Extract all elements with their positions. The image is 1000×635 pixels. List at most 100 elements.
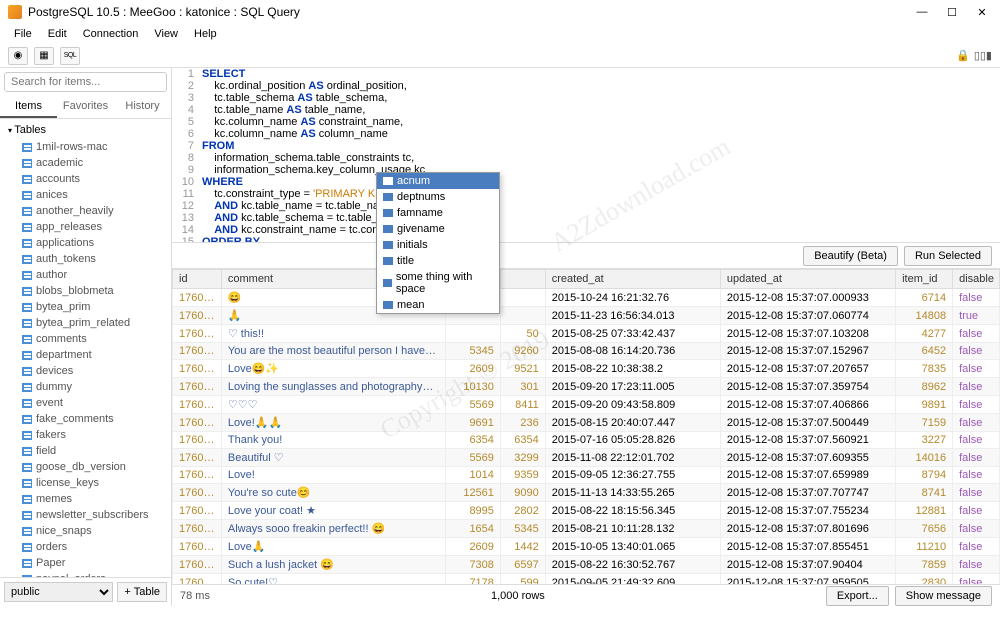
table-icon — [22, 319, 32, 328]
autocomplete-item[interactable]: deptnums — [377, 189, 499, 205]
table-auth_tokens[interactable]: auth_tokens — [0, 251, 171, 267]
query-timing: 78 ms — [180, 590, 210, 602]
table-department[interactable]: department — [0, 347, 171, 363]
battery-icon: ▯▯▮ — [974, 49, 992, 62]
autocomplete-item[interactable]: some thing with space — [377, 269, 499, 297]
close-button[interactable]: ✕ — [972, 6, 992, 19]
table-icon — [22, 463, 32, 472]
table-anices[interactable]: anices — [0, 187, 171, 203]
db-toolbar-button[interactable]: ◉ — [8, 47, 28, 65]
export-button[interactable]: Export... — [826, 586, 889, 606]
sidebar: ItemsFavoritesHistory Tables 1mil-rows-m… — [0, 68, 172, 606]
autocomplete-item[interactable]: acnum — [377, 173, 499, 189]
table-Paper[interactable]: Paper — [0, 555, 171, 571]
table-icon — [22, 367, 32, 376]
sql-editor[interactable]: 1SELECT2 kc.ordinal_position AS ordinal_… — [172, 68, 1000, 243]
table-fakers[interactable]: fakers — [0, 427, 171, 443]
autocomplete-item[interactable]: mean — [377, 297, 499, 313]
sidebar-tabs: ItemsFavoritesHistory — [0, 96, 171, 119]
table-blobs_blobmeta[interactable]: blobs_blobmeta — [0, 283, 171, 299]
add-table-button[interactable]: + Table — [117, 582, 167, 602]
table-row[interactable]: 176032Such a lush jacket 😄730865972015-0… — [173, 556, 1000, 574]
column-header-item_id[interactable]: item_id — [896, 270, 953, 289]
menu-file[interactable]: File — [8, 26, 38, 42]
table-icon — [22, 271, 32, 280]
table-another_heavily[interactable]: another_heavily — [0, 203, 171, 219]
menu-edit[interactable]: Edit — [42, 26, 73, 42]
table-toolbar-button[interactable]: ▦ — [34, 47, 54, 65]
table-row[interactable]: 176030Always sooo freakin perfect!! 😄165… — [173, 520, 1000, 538]
show-message-button[interactable]: Show message — [895, 586, 992, 606]
run-selected-button[interactable]: Run Selected — [904, 246, 992, 266]
table-goose_db_version[interactable]: goose_db_version — [0, 459, 171, 475]
table-event[interactable]: event — [0, 395, 171, 411]
sidebar-tab-items[interactable]: Items — [0, 96, 57, 118]
table-license_keys[interactable]: license_keys — [0, 475, 171, 491]
table-icon — [22, 447, 32, 456]
table-row[interactable]: 176029Love your coat! ★899528022015-08-2… — [173, 502, 1000, 520]
table-row[interactable]: 176020You are the most beautiful person … — [173, 343, 1000, 360]
table-newsletter_subscribers[interactable]: newsletter_subscribers — [0, 507, 171, 523]
table-orders[interactable]: orders — [0, 539, 171, 555]
table-applications[interactable]: applications — [0, 235, 171, 251]
menu-help[interactable]: Help — [188, 26, 223, 42]
table-row[interactable]: 176026Beautiful ♡556932992015-11-08 22:1… — [173, 449, 1000, 467]
maximize-button[interactable]: ☐ — [942, 6, 962, 19]
table-accounts[interactable]: accounts — [0, 171, 171, 187]
table-row[interactable]: 176023♡♡♡556984112015-09-20 09:43:58.809… — [173, 396, 1000, 414]
autocomplete-popup: acnumdeptnumsfamnamegivenameinitialstitl… — [376, 172, 500, 314]
sql-toolbar-button[interactable]: SQL — [60, 47, 80, 65]
sidebar-tab-favorites[interactable]: Favorites — [57, 96, 114, 118]
results-grid[interactable]: idcommentcreated_atupdated_atitem_iddisa… — [172, 269, 1000, 584]
table-row[interactable]: 176027Love!101493592015-09-05 12:36:27.7… — [173, 467, 1000, 484]
table-row[interactable]: 176031Love🙏260914422015-10-05 13:40:01.0… — [173, 538, 1000, 556]
column-header-id[interactable]: id — [173, 270, 222, 289]
table-dummy[interactable]: dummy — [0, 379, 171, 395]
table-icon — [22, 431, 32, 440]
window-title: PostgreSQL 10.5 : MeeGoo : katonice : SQ… — [28, 5, 300, 19]
autocomplete-item[interactable]: initials — [377, 237, 499, 253]
table-row[interactable]: 176017😄2015-10-24 16:21:32.762015-12-08 … — [173, 289, 1000, 307]
column-header-updated_at[interactable]: updated_at — [720, 270, 895, 289]
tree-header-tables[interactable]: Tables — [0, 121, 171, 139]
table-row[interactable]: 176022Loving the sunglasses and photogra… — [173, 378, 1000, 396]
column-header-disable[interactable]: disable — [953, 270, 1000, 289]
row-count: 1,000 rows — [491, 590, 545, 602]
table-icon — [22, 399, 32, 408]
autocomplete-item[interactable]: givename — [377, 221, 499, 237]
table-row[interactable]: 176025Thank you!635463542015-07-16 05:05… — [173, 432, 1000, 449]
table-fake_comments[interactable]: fake_comments — [0, 411, 171, 427]
table-field[interactable]: field — [0, 443, 171, 459]
column-header-created_at[interactable]: created_at — [545, 270, 720, 289]
table-1mil-rows-mac[interactable]: 1mil-rows-mac — [0, 139, 171, 155]
table-row[interactable]: 176018🙏2015-11-23 16:56:34.0132015-12-08… — [173, 307, 1000, 325]
table-icon — [22, 287, 32, 296]
table-row[interactable]: 176021Love😄✨260995212015-08-22 10:38:38.… — [173, 360, 1000, 378]
table-comments[interactable]: comments — [0, 331, 171, 347]
table-row[interactable]: 176019♡ this!!502015-08-25 07:33:42.4372… — [173, 325, 1000, 343]
beautify-button[interactable]: Beautify (Beta) — [803, 246, 898, 266]
table-bytea_prim[interactable]: bytea_prim — [0, 299, 171, 315]
table-row[interactable]: 176033So cute!♡71785992015-09-05 21:49:3… — [173, 574, 1000, 585]
table-nice_snaps[interactable]: nice_snaps — [0, 523, 171, 539]
column-header-blank3[interactable] — [500, 270, 545, 289]
table-app_releases[interactable]: app_releases — [0, 219, 171, 235]
menu-view[interactable]: View — [148, 26, 184, 42]
table-icon — [22, 159, 32, 168]
table-row[interactable]: 176028You're so cute😊1256190902015-11-13… — [173, 484, 1000, 502]
table-bytea_prim_related[interactable]: bytea_prim_related — [0, 315, 171, 331]
autocomplete-item[interactable]: famname — [377, 205, 499, 221]
autocomplete-item[interactable]: title — [377, 253, 499, 269]
table-devices[interactable]: devices — [0, 363, 171, 379]
table-icon — [22, 335, 32, 344]
table-row[interactable]: 176024Love!🙏🙏96912362015-08-15 20:40:07.… — [173, 414, 1000, 432]
table-academic[interactable]: academic — [0, 155, 171, 171]
search-input[interactable] — [4, 72, 167, 92]
minimize-button[interactable]: — — [912, 6, 932, 19]
sidebar-tab-history[interactable]: History — [114, 96, 171, 118]
table-icon — [22, 383, 32, 392]
table-memes[interactable]: memes — [0, 491, 171, 507]
table-author[interactable]: author — [0, 267, 171, 283]
menu-connection[interactable]: Connection — [77, 26, 145, 42]
schema-selector[interactable]: public — [4, 582, 113, 602]
